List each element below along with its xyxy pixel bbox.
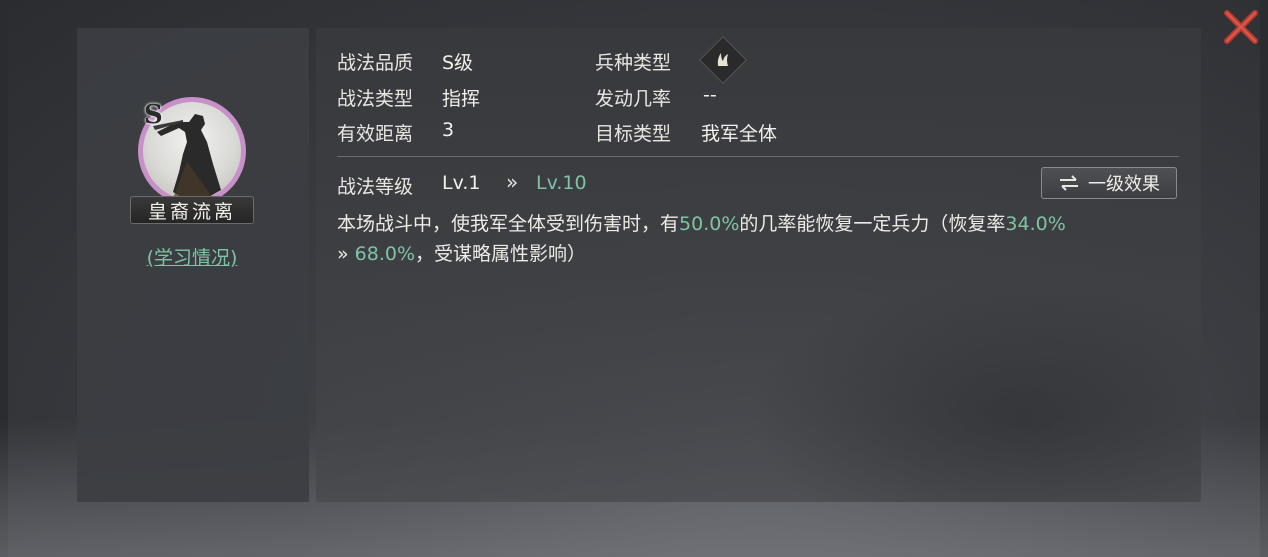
- hero-quality-badge: S: [144, 100, 163, 130]
- desc-text-2: 的几率能恢复一定兵力（恢复率: [739, 213, 1006, 235]
- tactic-type-label: 战法类型: [337, 88, 414, 110]
- target-type-value: 我军全体: [701, 123, 778, 145]
- desc-text-3: ，受谋略属性影响）: [415, 243, 587, 265]
- study-status-link[interactable]: (学习情况): [139, 243, 245, 270]
- range-label: 有效距离: [337, 123, 414, 145]
- desc-arrow: »: [337, 243, 349, 265]
- unit-type-label: 兵种类型: [595, 52, 672, 74]
- desc-value-chance: 50.0%: [679, 213, 740, 235]
- quality-value: S级: [442, 52, 474, 74]
- desc-value-min: 34.0%: [1005, 213, 1066, 235]
- range-value: 3: [442, 119, 455, 141]
- unit-type-icon: [717, 53, 728, 66]
- target-type-label: 目标类型: [595, 123, 672, 145]
- tactic-level-label: 战法等级: [337, 176, 414, 198]
- panel-background-art: [746, 278, 1201, 502]
- level-arrow-icon: »: [506, 170, 519, 194]
- tactic-type-value: 指挥: [442, 88, 481, 110]
- trigger-rate-label: 发动几率: [595, 88, 672, 110]
- tactic-level-current: Lv.1: [442, 172, 481, 194]
- close-icon: [1224, 10, 1258, 44]
- section-divider: [337, 156, 1179, 157]
- swap-icon: [1060, 175, 1078, 191]
- trigger-rate-value: --: [703, 84, 717, 106]
- tactic-description: 本场战斗中，使我军全体受到伤害时，有50.0%的几率能恢复一定兵力（恢复率34.…: [337, 209, 1182, 269]
- level-effect-label: 一级效果: [1088, 174, 1160, 195]
- level-effect-toggle-button[interactable]: 一级效果: [1041, 167, 1177, 199]
- desc-value-max: 68.0%: [354, 243, 416, 265]
- desc-text-1: 本场战斗中，使我军全体受到伤害时，有: [337, 213, 680, 235]
- tactic-name: 皇裔流离: [147, 200, 236, 223]
- quality-label: 战法品质: [337, 52, 414, 74]
- close-button[interactable]: [1222, 8, 1260, 46]
- tactic-level-max: Lv.10: [536, 172, 587, 194]
- tactic-name-plate: 皇裔流离: [130, 196, 254, 224]
